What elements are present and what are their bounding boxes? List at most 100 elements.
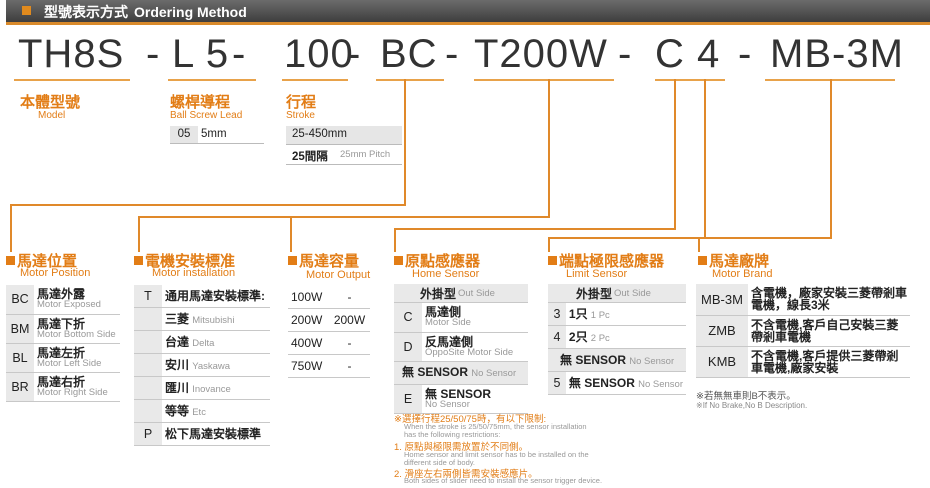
row-desc: 無 SENSOR No Sensor [394, 361, 528, 385]
code-dash-1: - [146, 32, 161, 76]
connector-home-drop [394, 228, 396, 252]
table-row: 三菱 Mitsubishi [134, 307, 270, 331]
connector-output-h [138, 216, 550, 218]
table-row: BM 馬達下折 Motor Bottom Side [6, 314, 120, 344]
row-en: 1 Pc [590, 309, 610, 321]
output-b: - [329, 354, 370, 378]
output-b: - [329, 331, 370, 355]
motor-brand-table: MB-3M 含電機，廠家安裝三菱帶剎車電機，線長3米 ZMB 不含電機,客戶自己安裝… [696, 284, 910, 378]
table-row: 台達 Delta [134, 330, 270, 354]
model-label-en: Model [38, 110, 66, 121]
table-row: BC 馬達外露 Motor Exposed [6, 285, 120, 315]
row-desc: 馬達右折 Motor Right Side [34, 372, 120, 402]
row-code: BM [6, 314, 34, 344]
table-row: 400W - [288, 331, 370, 355]
row-desc: 反馬達側 OppoSite Motor Side [422, 332, 528, 362]
home-sensor-head: 外掛型 Out Side [394, 284, 528, 303]
table-row: 安川 Yaskawa [134, 353, 270, 377]
code-position: BC [380, 32, 438, 76]
limit-sensor-table: 3 1只 1 Pc 4 2只 2 Pc 無 SENSOR No Sensor 5無 … [548, 303, 686, 395]
row-cn: 等等 [165, 403, 190, 418]
row-desc: 松下馬達安裝標準 [162, 422, 270, 446]
row-code: KMB [696, 346, 748, 378]
row-en: Motor Bottom Side [37, 328, 116, 340]
table-row: E無 SENSOR No Sensor [394, 384, 528, 414]
home-sensor-table: C 馬達側 Motor Side D 反馬達側 OppoSite Motor Side … [394, 303, 528, 414]
underline-series [14, 79, 130, 81]
table-row: 200W 200W [288, 308, 370, 332]
row-desc: 馬達外露 Motor Exposed [34, 285, 120, 315]
row-desc: 通用馬達安裝標準: [162, 285, 270, 308]
table-row: 等等 Etc [134, 399, 270, 423]
connector-home-v [674, 79, 676, 229]
table-row: 3 1只 1 Pc [548, 303, 686, 326]
row-en: 2 Pc [590, 332, 610, 344]
row-code: 3 [548, 303, 566, 326]
row-en: Mitsubishi [192, 314, 235, 326]
square-bullet-icon [288, 256, 297, 265]
stroke-pitch-cn: 25間隔 [292, 151, 328, 163]
code-stroke: 100 [284, 32, 354, 76]
home-head-en: Out Side [458, 288, 495, 299]
row-code: MB-3M [696, 284, 748, 316]
output-a: 100W [288, 286, 329, 309]
limit-sensor-title-en: Limit Sensor [566, 268, 628, 280]
row-cn: 無 SENSOR [560, 352, 627, 367]
code-brand: MB-3M [770, 32, 904, 76]
row-en: Motor Right Side [37, 386, 108, 398]
row-code: 4 [548, 325, 566, 349]
row-code: ZMB [696, 315, 748, 347]
underline-lead [168, 79, 256, 81]
row-code: BR [6, 372, 34, 402]
motor-output-title-en: Motor Output [306, 269, 371, 281]
row-en: Motor Side [425, 317, 471, 329]
row-en: Yaskawa [192, 360, 231, 372]
header-title-cn: 型號表示方式 [44, 4, 128, 20]
row-cn: 台達 [165, 334, 190, 349]
square-bullet-icon [548, 256, 557, 265]
row-desc: 不含電機,客戶提供三菱帶剎車電機,廠家安裝 [748, 346, 910, 378]
connector-limit-v [704, 79, 706, 238]
connector-output-drop [290, 216, 292, 252]
row-desc: 1只 1 Pc [565, 303, 686, 326]
row-desc: 含電機，廠家安裝三菱帶剎車電機，線長3米 [748, 284, 910, 316]
connector-brand-v [830, 79, 832, 239]
row-code [134, 353, 162, 377]
row-desc: 馬達左折 Motor Left Side [34, 343, 120, 373]
lead-code: 05 [170, 126, 198, 143]
stroke-range-row: 25-450mm [286, 126, 402, 145]
table-row: P 松下馬達安裝標準 [134, 422, 270, 446]
output-b: - [329, 286, 370, 309]
motor-position-table: BC 馬達外露 Motor Exposed BM 馬達下折 Motor Bottom S… [6, 285, 120, 402]
lead-label: 螺桿導程 [170, 94, 231, 111]
output-b: 200W [329, 308, 370, 332]
table-row: 4 2只 2 Pc [548, 325, 686, 349]
row-cn: 含電機，廠家安裝三菱帶剎車電機，線長3米 [751, 286, 908, 313]
header-bullet-icon [22, 6, 31, 15]
output-a: 750W [288, 354, 329, 378]
lead-label-en: Ball Screw Lead [170, 110, 243, 121]
row-en: No Sensor [638, 378, 683, 390]
code-dash-3: - [347, 32, 362, 76]
limit-sensor-head: 外掛型 Out Side [548, 284, 686, 303]
code-series: TH8S [18, 32, 125, 76]
row-code: 5 [548, 371, 566, 395]
brand-note-cn: ※若無無車則B不表示。 [696, 391, 796, 402]
row-cn: 無 SENSOR [425, 386, 492, 401]
connector-brand-h [698, 237, 832, 239]
row-code: C [394, 303, 422, 333]
home-sensor-title-en: Home Sensor [412, 268, 480, 280]
header-title: 型號表示方式 Ordering Method [44, 2, 247, 22]
row-desc: 無 SENSOR No Sensor [548, 348, 686, 372]
output-a: 400W [288, 331, 329, 355]
motor-install-title-en: Motor installation [152, 267, 236, 279]
row-code [134, 307, 162, 331]
row-cn: 馬達左折 [37, 345, 86, 360]
row-desc: 無 SENSOR No Sensor [565, 371, 686, 395]
row-code: BL [6, 343, 34, 373]
connector-install-drop [138, 216, 140, 252]
row-en: Motor Left Side [37, 357, 102, 369]
connector-position-v [404, 79, 406, 205]
motor-brand-title-en: Motor Brand [712, 268, 773, 280]
row-en: Delta [192, 337, 215, 349]
